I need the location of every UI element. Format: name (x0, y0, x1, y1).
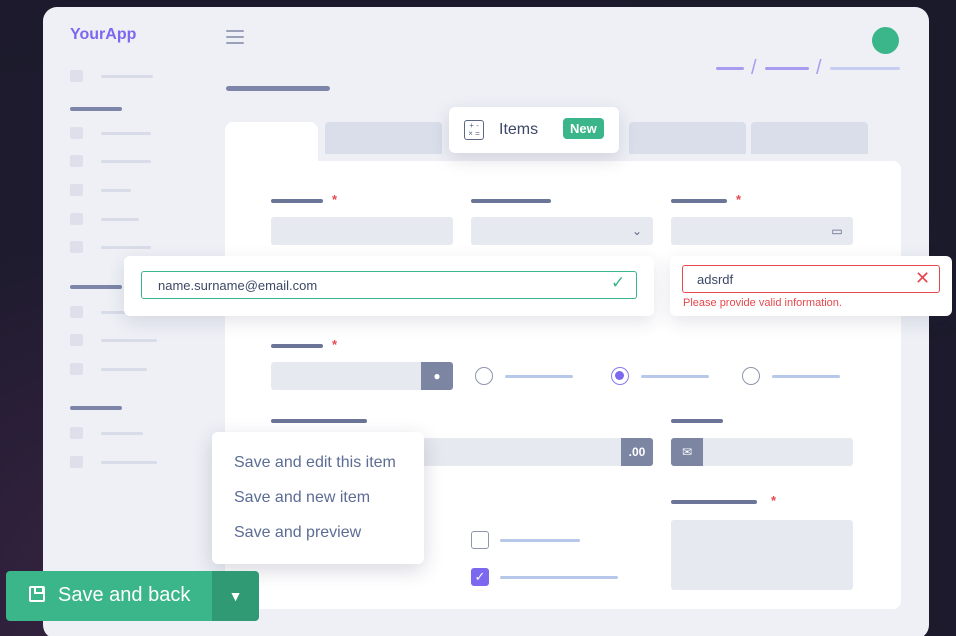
select-field[interactable]: ⌄ (471, 217, 653, 245)
breadcrumb-separator: / (816, 57, 822, 79)
tab-active[interactable] (225, 122, 318, 162)
checkbox-label (500, 576, 618, 579)
required-marker: * (332, 192, 338, 207)
radio-label (772, 375, 840, 378)
breadcrumb-separator: / (751, 57, 757, 79)
calculator-icon: + - × = (464, 120, 484, 140)
radio-label (641, 375, 709, 378)
error-message: Please provide valid information. (683, 297, 842, 309)
checkbox-label (500, 539, 580, 542)
textarea-field[interactable] (671, 520, 853, 590)
radio-option[interactable] (742, 367, 760, 385)
breadcrumb: / / (716, 56, 900, 80)
check-icon: ✓ (611, 273, 626, 292)
chevron-down-icon: ⌄ (631, 224, 643, 238)
app-brand[interactable]: YourApp (70, 26, 136, 44)
field-label (671, 500, 757, 504)
tab[interactable] (325, 122, 442, 154)
radio-label (505, 375, 573, 378)
email-field-secondary[interactable]: ✉ (671, 438, 853, 466)
menu-item-save-preview[interactable]: Save and preview (234, 524, 361, 542)
field-label (671, 419, 723, 423)
app-window: YourApp / / * ⌄ * ▭ * ● .00 ✉ ✓ * (43, 7, 929, 636)
tab[interactable] (751, 122, 868, 154)
tab[interactable] (629, 122, 746, 154)
email-input[interactable] (141, 271, 637, 299)
sidebar-section-heading (70, 285, 122, 289)
error-field-card: ✕ Please provide valid information. (670, 256, 952, 316)
currency-suffix: .00 (621, 438, 653, 466)
floppy-icon (29, 586, 45, 602)
required-marker: * (736, 192, 742, 207)
required-marker: * (771, 493, 777, 508)
field-label (271, 344, 323, 348)
save-options-menu: Save and edit this item Save and new ite… (212, 432, 424, 564)
field-label (671, 199, 727, 203)
breadcrumb-item (830, 67, 900, 70)
field-label (271, 199, 323, 203)
save-button-label: Save and back (58, 584, 191, 606)
calendar-icon: ▭ (831, 224, 843, 238)
menu-item-save-new[interactable]: Save and new item (234, 489, 370, 507)
menu-item-save-edit[interactable]: Save and edit this item (234, 454, 396, 472)
invalid-input[interactable] (682, 265, 940, 293)
tab-items[interactable]: + - × = Items New (449, 107, 619, 153)
date-field[interactable]: ▭ (671, 217, 853, 245)
checkbox-checked[interactable]: ✓ (471, 568, 489, 586)
tab-items-label: Items (499, 121, 539, 138)
email-field-card: ✓ (124, 256, 654, 316)
email-icon: ✉ (671, 438, 703, 466)
text-field[interactable] (271, 217, 453, 245)
caret-down-icon[interactable]: ▼ (212, 571, 259, 621)
sidebar-section-heading (70, 107, 122, 111)
page-title (226, 86, 330, 91)
new-badge: New (563, 118, 604, 139)
radio-option-selected[interactable] (611, 367, 629, 385)
avatar[interactable] (872, 27, 899, 54)
breadcrumb-item[interactable] (716, 67, 744, 70)
user-icon: ● (421, 362, 453, 390)
field-label (471, 199, 551, 203)
user-field[interactable]: ● (271, 362, 453, 390)
radio-option[interactable] (475, 367, 493, 385)
required-marker: * (332, 337, 338, 352)
close-icon[interactable]: ✕ (915, 268, 930, 289)
hamburger-icon[interactable] (226, 30, 244, 48)
save-and-back-button[interactable]: Save and back (6, 571, 212, 621)
sidebar-section-heading (70, 406, 122, 410)
field-label (271, 419, 367, 423)
checkbox[interactable] (471, 531, 489, 549)
breadcrumb-item[interactable] (765, 67, 809, 70)
